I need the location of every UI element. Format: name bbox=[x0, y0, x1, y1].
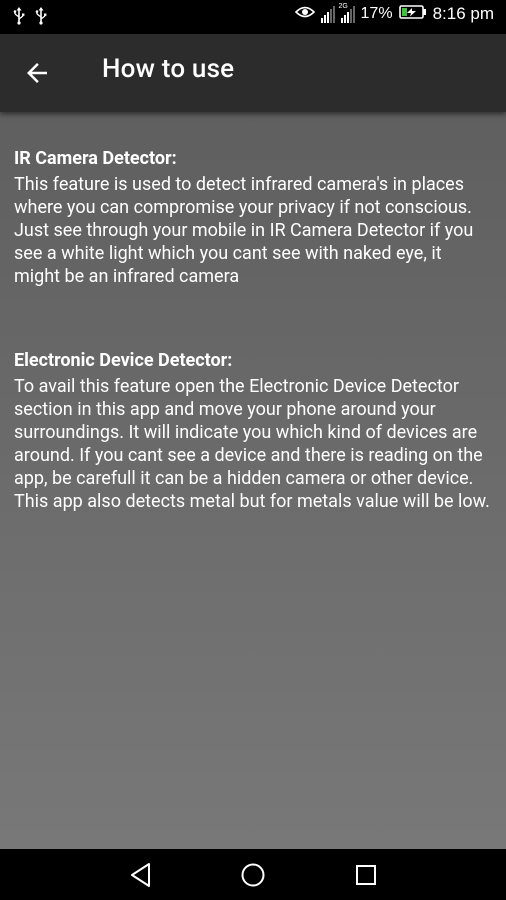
page-title: How to use bbox=[102, 54, 235, 84]
status-bar: 2G 17% 8:16 pm bbox=[0, 0, 506, 34]
network-type-label: 2G bbox=[338, 3, 348, 10]
nav-back-button[interactable] bbox=[127, 861, 155, 889]
app-bar: How to use bbox=[0, 34, 506, 112]
help-content: IR Camera Detector: This feature is used… bbox=[0, 112, 506, 849]
section-title: Electronic Device Detector: bbox=[14, 350, 233, 371]
section-electronic-device-detector: Electronic Device Detector: To avail thi… bbox=[14, 349, 492, 513]
eye-icon bbox=[294, 5, 315, 24]
back-button[interactable] bbox=[22, 58, 52, 88]
nav-recents-button[interactable] bbox=[352, 861, 380, 889]
nav-home-button[interactable] bbox=[239, 861, 267, 889]
section-ir-camera-detector: IR Camera Detector: This feature is used… bbox=[14, 147, 492, 288]
nav-back-icon bbox=[131, 863, 150, 887]
battery-percent: 17% bbox=[360, 5, 393, 22]
signal-sim2-icon: 2G bbox=[338, 3, 355, 23]
status-indicators: 2G 17% 8:16 pm bbox=[294, 3, 494, 24]
arrow-back-icon bbox=[27, 63, 47, 83]
battery-charging-icon bbox=[398, 4, 427, 24]
status-notifications bbox=[12, 7, 48, 29]
clock: 8:16 pm bbox=[432, 4, 494, 23]
signal-sim1-icon bbox=[320, 5, 335, 23]
section-body: To avail this feature open the Electroni… bbox=[14, 376, 490, 512]
nav-recents-icon bbox=[356, 865, 376, 885]
section-body: This feature is used to detect infrared … bbox=[14, 174, 474, 287]
nav-home-icon bbox=[241, 863, 265, 887]
usb-icon bbox=[12, 7, 26, 29]
section-title: IR Camera Detector: bbox=[14, 148, 177, 169]
navigation-bar bbox=[0, 849, 506, 900]
usb-icon bbox=[34, 7, 48, 29]
